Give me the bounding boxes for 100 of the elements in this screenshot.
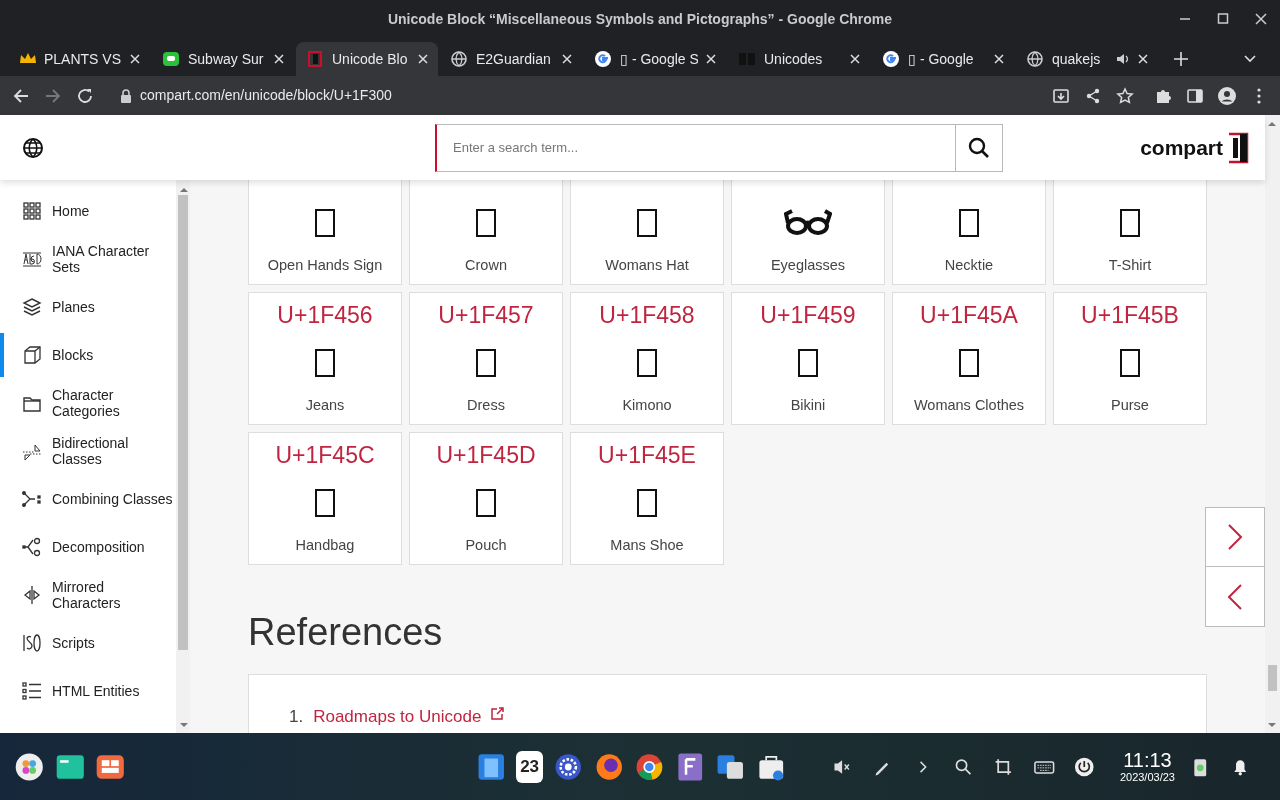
character-card[interactable]: U+1F459 Bikini — [731, 292, 885, 425]
sidebar-item[interactable]: Blocks — [0, 331, 176, 379]
search-icon — [968, 136, 990, 159]
speaker-icon — [1116, 52, 1130, 66]
character-card[interactable]: U+1F45B Purse — [1053, 292, 1207, 425]
compart-logo[interactable]: compart — [1140, 131, 1249, 164]
character-code: U+1F459 — [760, 301, 856, 331]
branch-icon — [22, 489, 42, 509]
character-card[interactable]: U+1F457 Dress — [409, 292, 563, 425]
chevron-down-icon[interactable] — [1244, 55, 1256, 63]
chevron-right-icon — [1227, 523, 1243, 551]
star-icon[interactable] — [1116, 86, 1134, 105]
missing-glyph-icon — [476, 208, 496, 237]
reload-icon[interactable] — [76, 86, 94, 105]
character-name: Purse — [1111, 395, 1149, 415]
close-icon[interactable] — [562, 54, 572, 64]
sidebar-item[interactable]: IANA Character Sets — [0, 235, 176, 283]
browser-tab[interactable]: Subway Sur — [152, 42, 294, 76]
character-code: U+1F45E — [598, 441, 696, 471]
forward-icon[interactable] — [44, 86, 62, 105]
character-card[interactable]: U+1F456 Jeans — [248, 292, 402, 425]
browser-tab[interactable]: Unicodes — [728, 42, 870, 76]
character-name: Necktie — [944, 255, 994, 275]
close-icon[interactable] — [130, 54, 140, 64]
game-icon — [162, 50, 180, 68]
search-field[interactable]: Enter a search term... — [435, 123, 955, 172]
character-card[interactable]: Open Hands Sign — [248, 180, 402, 285]
sidebar-item[interactable]: HTML Entities — [0, 667, 176, 715]
missing-glyph-icon — [798, 348, 818, 377]
browser-tab[interactable]: PLANTS VS — [8, 42, 150, 76]
character-code: U+1F457 — [438, 301, 534, 331]
back-icon[interactable] — [12, 86, 30, 105]
missing-glyph-icon — [1120, 348, 1140, 377]
scroll-down-icon[interactable] — [1268, 723, 1276, 728]
close-icon[interactable] — [1138, 54, 1148, 64]
scrollbar-thumb[interactable] — [1268, 665, 1277, 691]
character-card[interactable]: Necktie — [892, 180, 1046, 285]
sidebar-item[interactable]: Mirrored Characters — [0, 571, 176, 619]
character-name: Crown — [465, 255, 507, 275]
character-card[interactable]: U+1F45C Handbag — [248, 432, 402, 565]
globe-icon[interactable] — [22, 136, 44, 159]
globe-icon — [450, 50, 468, 68]
share-icon[interactable] — [1084, 86, 1102, 105]
character-name: Bikini — [790, 395, 826, 415]
character-card[interactable]: Crown — [409, 180, 563, 285]
close-icon[interactable] — [706, 54, 716, 64]
character-code: U+1F45D — [436, 441, 536, 471]
character-code: U+1F45A — [920, 301, 1018, 331]
character-name: Mans Shoe — [610, 535, 684, 555]
clock-date: 2023/03/23 — [1119, 772, 1175, 783]
install-icon[interactable] — [1052, 86, 1070, 105]
sidebar-item[interactable]: Decomposition — [0, 523, 176, 571]
sidebar-item[interactable]: Scripts — [0, 619, 176, 667]
profile-icon[interactable] — [1218, 86, 1236, 105]
search-button[interactable] — [955, 123, 1003, 172]
google-icon — [882, 50, 900, 68]
new-tab-icon[interactable] — [1174, 52, 1188, 66]
scroll-up-icon[interactable] — [180, 187, 188, 192]
browser-tab[interactable]: E2Guardian — [440, 42, 582, 76]
browser-tab[interactable]: ▯ - Google — [872, 42, 1014, 76]
close-icon[interactable] — [418, 54, 428, 64]
scroll-up-icon[interactable] — [1268, 121, 1276, 126]
character-name: Open Hands Sign — [267, 255, 383, 275]
browser-tab[interactable]: Unicode Blo — [296, 42, 438, 76]
reference-link[interactable]: Roadmaps to Unicode — [313, 707, 482, 733]
missing-glyph-icon — [315, 488, 335, 517]
section-heading: References — [248, 610, 444, 655]
clock-time: 11:13 — [1122, 750, 1173, 770]
character-card[interactable]: Womans Hat — [570, 180, 724, 285]
close-icon[interactable] — [994, 54, 1004, 64]
scrollbar-thumb[interactable] — [178, 195, 188, 650]
sidebar-item[interactable]: Home — [0, 187, 176, 235]
chevron-left-icon — [1227, 582, 1243, 611]
missing-glyph-icon — [637, 348, 657, 377]
character-card[interactable]: U+1F458 Kimono — [570, 292, 724, 425]
sidebar-item[interactable]: Character Categories — [0, 379, 176, 427]
browser-tab[interactable]: ▯ - Google S — [584, 42, 726, 76]
character-name: T-Shirt — [1108, 255, 1152, 275]
browser-tab[interactable]: quakejs — [1016, 42, 1158, 76]
url-text[interactable]: compart.com/en/unicode/block/U+1F300 — [140, 85, 392, 106]
missing-glyph-icon — [476, 488, 496, 517]
side-panel-icon[interactable] — [1186, 86, 1204, 105]
character-card[interactable]: U+1F45D Pouch — [409, 432, 563, 565]
missing-glyph-icon — [637, 208, 657, 237]
scroll-down-icon[interactable] — [180, 723, 188, 728]
character-card[interactable]: U+1F45E Mans Shoe — [570, 432, 724, 565]
character-card[interactable]: Eyeglasses — [731, 180, 885, 285]
character-card[interactable]: U+1F45A Womans Clothes — [892, 292, 1046, 425]
lock-icon — [120, 88, 132, 103]
site-icon — [306, 50, 324, 68]
sidebar-item[interactable]: Planes — [0, 283, 176, 331]
cube-icon — [22, 345, 42, 365]
missing-glyph-icon — [476, 348, 496, 377]
close-icon[interactable] — [850, 54, 860, 64]
close-icon[interactable] — [274, 54, 284, 64]
sidebar-item[interactable]: Combining Classes — [0, 475, 176, 523]
external-link-icon — [491, 707, 505, 720]
sidebar-item[interactable]: Bidirectional Classes — [0, 427, 176, 475]
mirror-icon — [22, 585, 42, 605]
character-card[interactable]: T-Shirt — [1053, 180, 1207, 285]
